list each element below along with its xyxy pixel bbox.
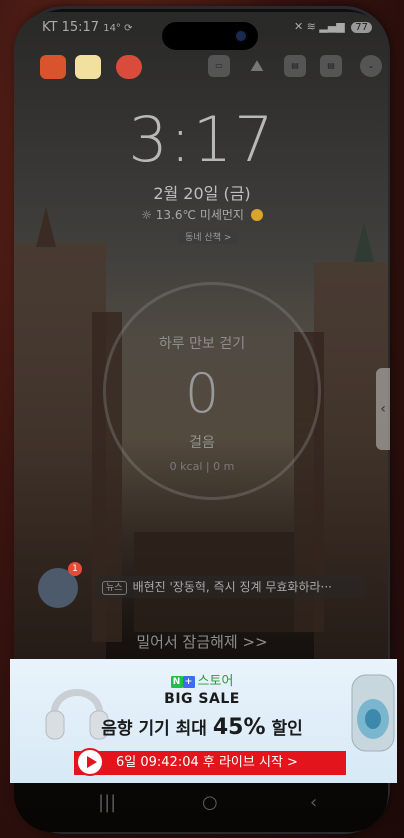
air-quality-status-icon	[250, 209, 263, 221]
naver-logo-icon: N	[170, 676, 183, 688]
status-extra: 14° ⟳	[103, 23, 133, 34]
home-icon[interactable]: ○	[202, 792, 218, 813]
sun-icon: ☼	[141, 208, 152, 222]
lockscreen-date: 2월 20일 (금)	[153, 184, 251, 203]
temperature: 13.6℃	[155, 208, 196, 222]
live-countdown-button[interactable]: 6일 09:42:04 후 라이브 시작 >	[74, 751, 346, 775]
play-icon[interactable]	[76, 748, 104, 776]
ad-headline: 음향 기기 최대 45% 할인	[101, 715, 303, 740]
navigation-bar: ||| ○ ‹	[16, 784, 386, 824]
naver-store-label: N + 스토어	[0, 670, 404, 689]
back-icon[interactable]: ‹	[310, 792, 317, 813]
air-quality-label: 미세먼지	[199, 208, 244, 222]
notification-badge: 1	[68, 562, 82, 576]
weather-line: ☼ 13.6℃ 미세먼지	[0, 206, 404, 223]
news-text: 배현진 '장동혁, 즉시 징계 무효화하라···	[132, 580, 332, 594]
kcal-value: 0 kcal	[169, 460, 203, 473]
front-camera	[236, 31, 246, 41]
battery-indicator: 77	[351, 22, 372, 33]
ad-sale-title: BIG SALE	[164, 691, 240, 707]
app-shortcut-1-icon[interactable]	[40, 55, 66, 79]
step-stats: 0 kcal | 0 m	[169, 460, 235, 473]
lockscreen-clock: 3:17	[128, 103, 276, 176]
widget-icon-1[interactable]: ▭	[208, 55, 230, 77]
plus-icon: +	[182, 676, 195, 688]
step-goal-title: 하루 만보 걷기	[158, 336, 246, 352]
swipe-unlock-hint[interactable]: 밀어서 잠금해제 >>	[0, 631, 404, 652]
step-unit: 걸음	[189, 435, 215, 451]
widget-icon-2[interactable]: ▤	[284, 55, 306, 77]
edge-panel-handle[interactable]: ‹	[376, 368, 390, 450]
news-tag: 뉴스	[102, 581, 127, 595]
wifi-signal-icon: ✕ ≋ ▂▄▆	[293, 20, 345, 33]
discount-percent: 45%	[212, 715, 266, 740]
distance-value: 0 m	[213, 460, 235, 473]
more-chevron-icon[interactable]: ⌄	[360, 55, 382, 77]
carrier-time: KT 15:17	[42, 20, 100, 35]
walk-shortcut-button[interactable]: 동네 산책 >	[178, 229, 239, 244]
app-shortcut-2-icon[interactable]	[75, 55, 101, 79]
news-notification[interactable]: 뉴스 배현진 '장동혁, 즉시 징계 무효화하라···	[96, 576, 366, 598]
flashlight-icon[interactable]: ⛰	[246, 55, 268, 77]
step-count: 0	[184, 362, 220, 425]
recent-apps-icon[interactable]: |||	[98, 792, 116, 813]
app-shortcut-3-icon[interactable]	[116, 55, 142, 79]
live-countdown-text: 6일 09:42:04 후 라이브 시작 >	[116, 755, 298, 770]
widget-icon-3[interactable]: ▤	[320, 55, 342, 77]
